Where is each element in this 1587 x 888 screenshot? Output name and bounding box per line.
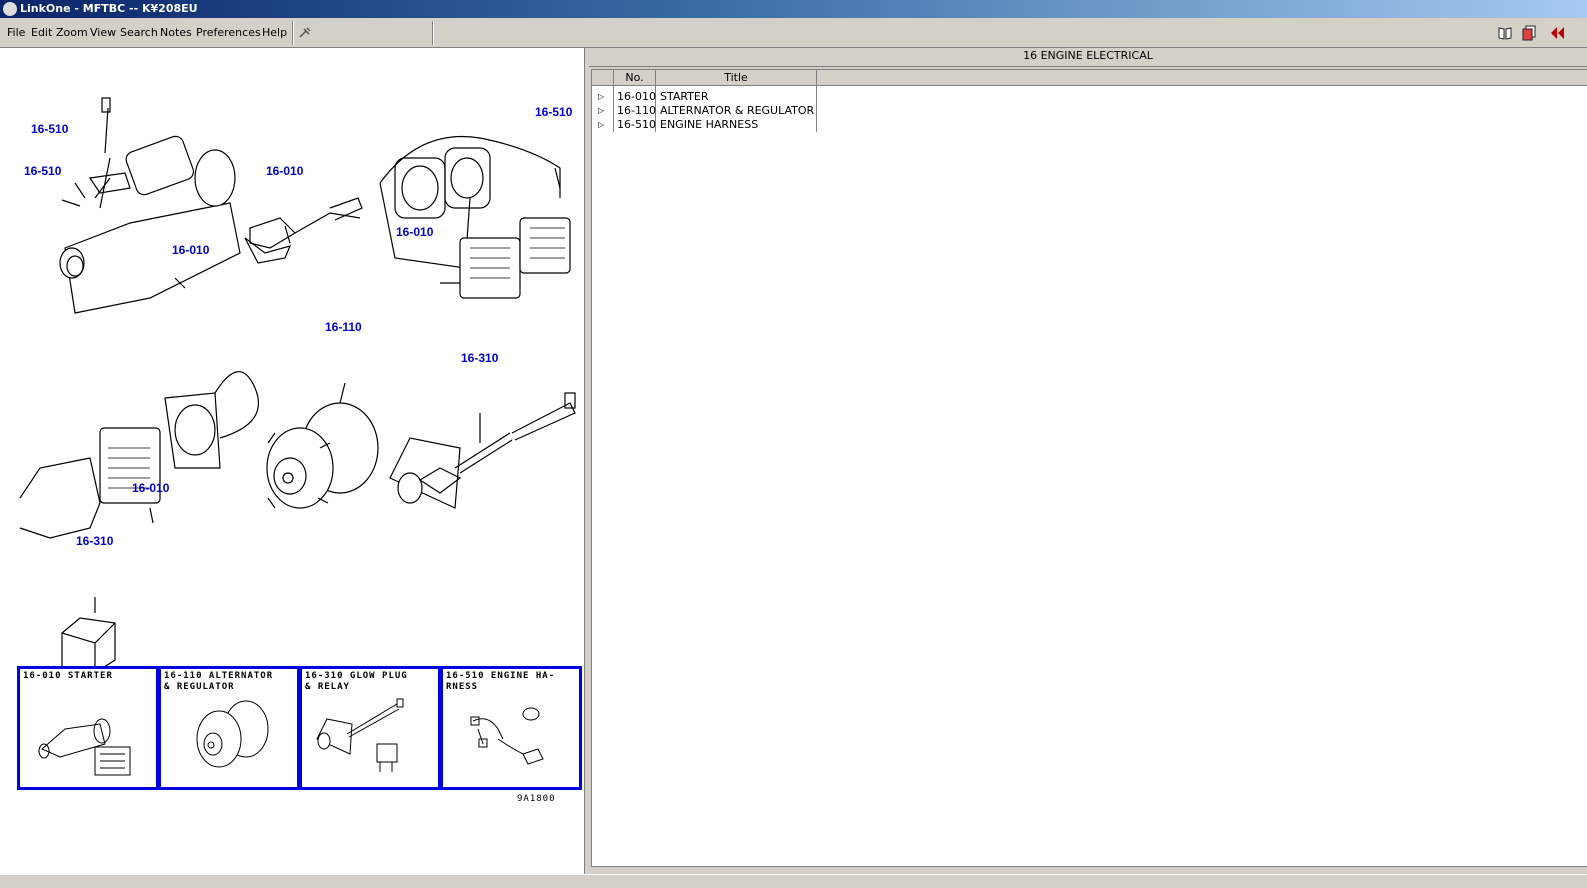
column-header-no[interactable]: No. — [614, 70, 656, 85]
row-title: ALTERNATOR & REGULATOR — [660, 104, 815, 117]
alternator-thumbnail-icon — [196, 700, 269, 768]
harness-thumbnail-icon — [470, 707, 544, 765]
callout-label[interactable]: 16-010 — [132, 481, 169, 495]
menu-help[interactable]: Help — [262, 26, 287, 39]
table-row[interactable]: ▷ 16-010 STARTER — [592, 90, 1587, 104]
callout-label[interactable]: 16-510 — [535, 105, 572, 119]
callout-label[interactable]: 16-510 — [31, 122, 68, 136]
callout-label[interactable]: 16-310 — [461, 351, 498, 365]
figure-id: 9A1800 — [517, 794, 556, 804]
table-header: No. Title — [592, 70, 1587, 86]
row-title: STARTER — [660, 90, 709, 103]
row-number: 16-110 — [617, 104, 656, 117]
expand-arrow-icon[interactable]: ▷ — [598, 104, 604, 118]
callout-label[interactable]: 16-310 — [76, 534, 113, 548]
title-bar: LinkOne - MFTBC -- K¥208EU — [0, 0, 1587, 18]
thumbnail-glow-plug[interactable]: 16-310 GLOW PLUG & RELAY — [299, 666, 441, 790]
parts-list-pane: 16 ENGINE ELECTRICAL No. Title ▷ 16-010 … — [589, 48, 1587, 874]
callout-label[interactable]: 16-010 — [396, 225, 433, 239]
document-icon[interactable] — [1521, 25, 1537, 41]
menu-bar: File Edit Zoom View Search Notes Prefere… — [0, 19, 1587, 48]
thumbnail-harness[interactable]: 16-510 ENGINE HA- RNESS — [440, 666, 582, 790]
app-icon — [3, 2, 17, 16]
menu-notes[interactable]: Notes — [160, 26, 192, 39]
menu-file[interactable]: File — [7, 26, 25, 39]
book-icon[interactable] — [1497, 25, 1513, 41]
menu-separator — [432, 21, 434, 45]
window-title: LinkOne - MFTBC -- K¥208EU — [20, 2, 198, 15]
thumbnail-starter[interactable]: 16-010 STARTER — [17, 666, 159, 790]
starter-thumbnail-icon — [38, 718, 131, 776]
glow-plug-thumbnail-icon — [316, 698, 404, 772]
expand-arrow-icon[interactable]: ▷ — [598, 90, 604, 104]
back-arrows-icon[interactable] — [1549, 25, 1565, 41]
section-title: 16 ENGINE ELECTRICAL — [589, 48, 1587, 67]
row-number: 16-010 — [617, 90, 656, 103]
callout-label[interactable]: 16-510 — [24, 164, 61, 178]
table-row[interactable]: ▷ 16-510 ENGINE HARNESS — [592, 118, 1587, 132]
menu-search[interactable]: Search — [120, 26, 158, 39]
parts-table: No. Title ▷ 16-010 STARTER ▷ 16-110 ALTE… — [591, 69, 1587, 867]
column-header-title[interactable]: Title — [656, 70, 817, 85]
thumbnail-alternator[interactable]: 16-110 ALTERNATOR & REGULATOR — [158, 666, 300, 790]
row-title: ENGINE HARNESS — [660, 118, 759, 131]
menu-view[interactable]: View — [90, 26, 116, 39]
callout-label[interactable]: 16-010 — [172, 243, 209, 257]
callout-label[interactable]: 16-010 — [266, 164, 303, 178]
callout-label[interactable]: 16-110 — [325, 320, 362, 334]
menu-preferences[interactable]: Preferences — [196, 26, 261, 39]
pin-icon[interactable] — [297, 25, 313, 41]
menu-edit[interactable]: Edit — [31, 26, 52, 39]
status-bar — [0, 874, 1587, 888]
menu-separator — [292, 21, 294, 45]
expand-arrow-icon[interactable]: ▷ — [598, 118, 604, 132]
table-row[interactable]: ▷ 16-110 ALTERNATOR & REGULATOR — [592, 104, 1587, 118]
column-header-marker[interactable] — [592, 70, 614, 85]
menu-zoom[interactable]: Zoom — [56, 26, 88, 39]
row-number: 16-510 — [617, 118, 656, 131]
diagram-pane[interactable]: 16-510 16-510 16-010 16-010 16-510 16-01… — [0, 48, 585, 874]
